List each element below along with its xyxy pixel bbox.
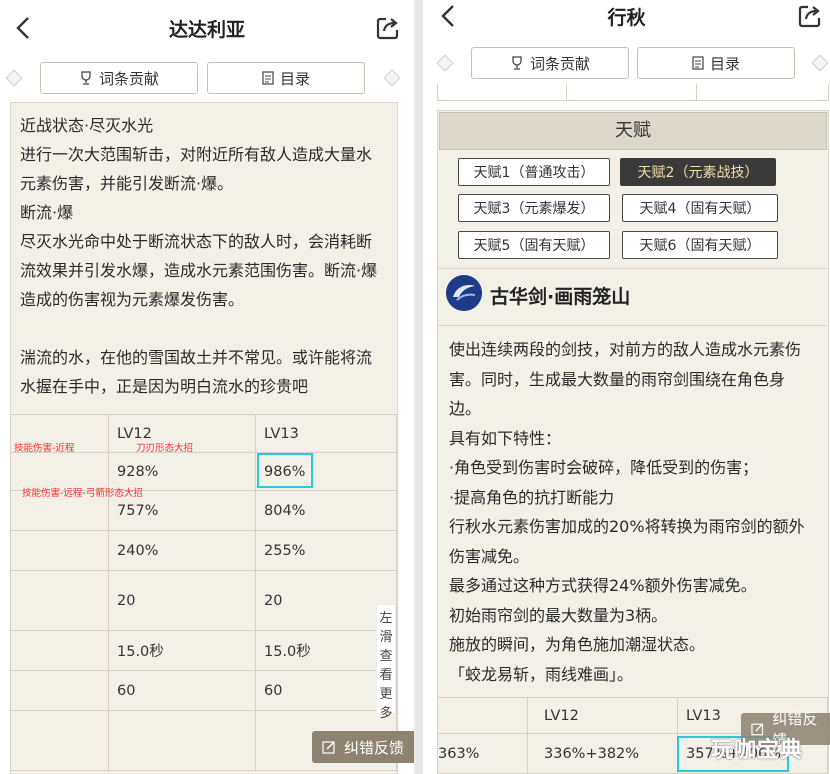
divider xyxy=(414,0,423,774)
table-row: 15.0秒 15.0秒 xyxy=(10,630,397,671)
annotation-blade: 刀刃形态大招 xyxy=(136,443,194,454)
tab-talent-1[interactable]: 天赋1（普通攻击） xyxy=(458,158,610,186)
desc-line: 使出连续两段的剑技，对前方的敌人造成水元素伤害。同时，生成最大数量的雨帘剑围绕在… xyxy=(449,340,802,418)
desc-line: 近战状态·尽灭水光 xyxy=(20,116,154,135)
share-icon[interactable] xyxy=(796,2,824,30)
page-title: 行秋 xyxy=(607,7,646,29)
desc-line xyxy=(20,314,386,343)
desc-line: 初始雨帘剑的最大数量为3柄。 xyxy=(449,605,668,625)
right-page: 行秋 词条贡献 目录 天赋 天赋1（普通攻击） 天赋2（元素战技） 天赋3（元素… xyxy=(423,0,830,774)
contribute-label: 词条贡献 xyxy=(529,54,590,73)
hint-char: 查 xyxy=(379,649,393,664)
desc-line: 施放的瞬间，为角色施加潮湿状态。 xyxy=(449,635,706,654)
desc-line: 具有如下特性： xyxy=(449,428,562,448)
swipe-hint[interactable]: 左 滑 查 看 更 多 xyxy=(376,604,396,721)
highlight-box xyxy=(257,453,313,488)
talent-header: 天赋 xyxy=(439,112,827,150)
hint-char: 更 xyxy=(379,687,393,702)
header-bar: 行秋 xyxy=(423,0,830,40)
toc-button[interactable]: 目录 xyxy=(637,47,795,79)
table-cell xyxy=(10,530,109,571)
hint-char: 看 xyxy=(379,668,393,683)
action-row: 词条贡献 目录 xyxy=(423,47,830,81)
page-title: 达达利亚 xyxy=(168,19,245,41)
annotation-ranged: 技能伤害-远程-弓箭形态大招 xyxy=(22,488,143,499)
table-cell: 363% xyxy=(437,733,528,774)
hint-char: 多 xyxy=(379,706,393,721)
decor-diamond xyxy=(5,69,23,87)
watermark: 玩咖宝典 xyxy=(711,738,804,763)
toc-label: 目录 xyxy=(279,69,310,88)
table-cell: 336%+382% xyxy=(527,733,678,774)
tab-talent-5[interactable]: 天赋5（固有天赋） xyxy=(458,231,610,259)
skill-description: 使出连续两段的剑技，对前方的敌人造成水元素伤害。同时，生成最大数量的雨帘剑围绕在… xyxy=(449,335,811,689)
header-cell: LV13 xyxy=(255,414,397,453)
table-cell: 20 xyxy=(108,570,256,631)
table-row: 60 60 xyxy=(10,670,397,711)
hint-char: 左 xyxy=(379,611,393,626)
tab-talent-4[interactable]: 天赋4（固有天赋） xyxy=(622,194,778,222)
trophy-icon xyxy=(512,56,522,70)
decor-diamond xyxy=(436,54,454,72)
edit-icon xyxy=(322,741,335,754)
desc-line: 「蛟龙易斩，雨线难画」。 xyxy=(449,664,634,684)
feedback-button[interactable]: 纠错反馈 xyxy=(312,731,414,763)
level-table: LV12 LV13 928% 986% 757% 804% 240% 255% … xyxy=(10,414,397,771)
annotation-melee: 技能伤害-近程 xyxy=(14,443,75,454)
document-icon xyxy=(692,56,704,70)
desc-line: 最多通过这种方式获得24%额外伤害减免。 xyxy=(449,576,757,595)
table-row: 20 20 xyxy=(10,570,397,631)
contribute-button[interactable]: 词条贡献 xyxy=(40,62,198,94)
desc-line: ·角色受到伤害时会破碎，降低受到的伤害； xyxy=(449,458,759,477)
tab-talent-6[interactable]: 天赋6（固有天赋） xyxy=(622,231,778,259)
desc-line: ·提高角色的抗打断能力 xyxy=(449,487,615,507)
toc-button[interactable]: 目录 xyxy=(207,62,365,94)
contribute-label: 词条贡献 xyxy=(98,69,159,88)
decor-diamond xyxy=(383,69,401,87)
table-cell: 60 xyxy=(108,670,256,711)
table-cell: 15.0秒 xyxy=(108,630,256,671)
table-cell xyxy=(10,630,109,671)
header-cell xyxy=(437,697,528,734)
hint-char: 滑 xyxy=(379,630,393,645)
table-cell xyxy=(10,570,109,631)
desc-line: 断流·爆 xyxy=(20,203,74,222)
desc-line: 行秋水元素伤害加成的20%将转换为雨帘剑的额外伤害减免。 xyxy=(449,517,805,566)
trophy-icon xyxy=(81,71,91,85)
desc-line: 尽灭水光命中处于断流状态下的敌人时，会消耗断流效果并引发水爆，造成水元素范围伤害… xyxy=(20,232,378,309)
desc-line: 进行一次大范围斩击，对附近所有敌人造成大量水元素伤害，并能引发断流·爆。 xyxy=(20,145,373,193)
table-cell: 240% xyxy=(108,530,256,571)
decor-diamond xyxy=(811,54,829,72)
toc-label: 目录 xyxy=(709,54,740,73)
table-row: 240% 255% xyxy=(10,530,397,571)
skill-name: 古华剑·画雨笼山 xyxy=(490,286,631,308)
left-page: 达达利亚 词条贡献 目录 近战状态·尽灭水光 进行一次大范围斩击，对附近所有敌人… xyxy=(0,0,414,774)
feedback-label: 纠错反馈 xyxy=(344,738,405,757)
header-bar: 达达利亚 xyxy=(0,0,414,58)
table-cell xyxy=(108,710,256,771)
prev-table-edge xyxy=(437,84,829,101)
document-icon xyxy=(262,71,274,85)
table-cell xyxy=(10,710,109,771)
table-cell xyxy=(10,670,109,711)
tab-talent-3[interactable]: 天赋3（元素爆发） xyxy=(458,194,610,222)
action-row: 词条贡献 目录 xyxy=(0,62,414,96)
table-cell: 804% xyxy=(255,490,397,531)
tab-talent-2[interactable]: 天赋2（元素战技） xyxy=(620,158,776,186)
header-cell: LV12 xyxy=(527,697,678,734)
skill-icon xyxy=(446,275,482,311)
desc-line: 湍流的水，在他的雪国故土并不常见。或许能将流水握在手中，正是因为明白流水的珍贵吧 xyxy=(20,348,373,396)
table-cell: 255% xyxy=(255,530,397,571)
contribute-button[interactable]: 词条贡献 xyxy=(471,47,629,79)
share-icon[interactable] xyxy=(374,14,402,42)
skill-description: 近战状态·尽灭水光 进行一次大范围斩击，对附近所有敌人造成大量水元素伤害，并能引… xyxy=(20,111,386,401)
